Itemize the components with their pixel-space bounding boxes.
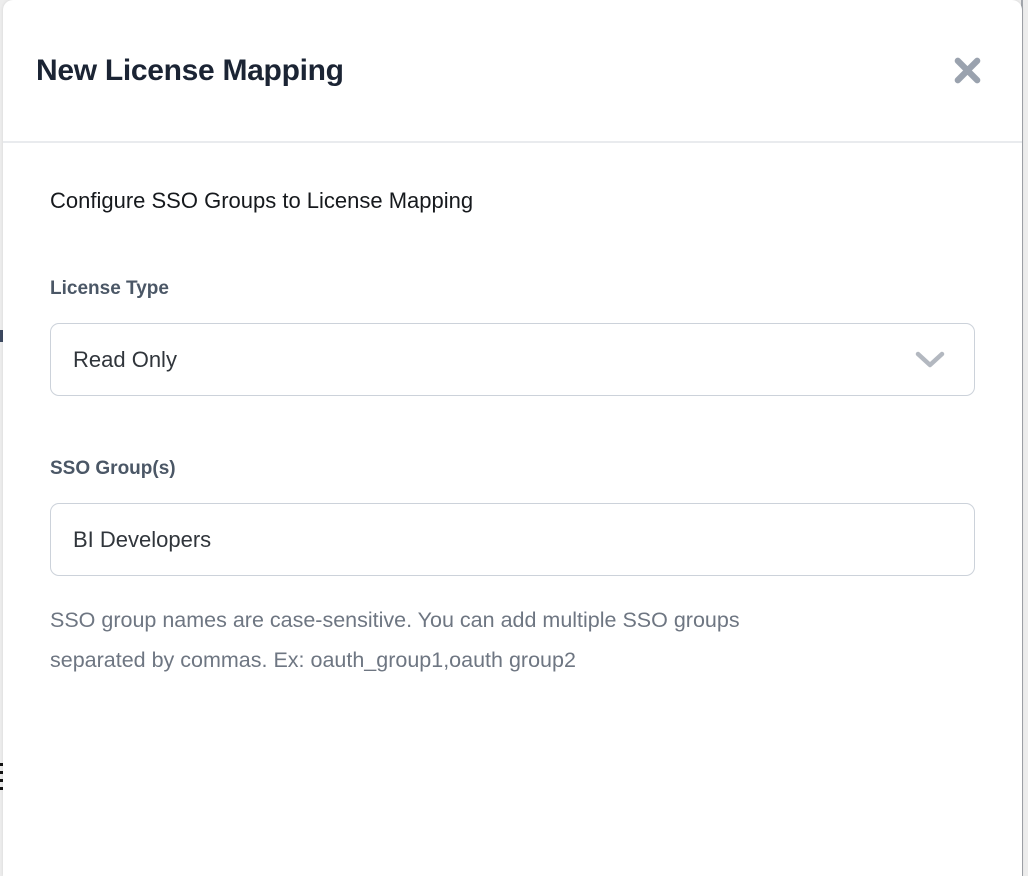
- sso-groups-help-line: SSO group names are case-sensitive. You …: [50, 600, 975, 640]
- license-type-selected-value: Read Only: [73, 347, 177, 373]
- sso-groups-help-line: separated by commas. Ex: oauth_group1,oa…: [50, 640, 975, 680]
- dialog-description: Configure SSO Groups to License Mapping: [50, 188, 975, 214]
- close-icon: [952, 55, 983, 86]
- license-type-label: License Type: [50, 278, 975, 300]
- close-button[interactable]: [948, 52, 986, 90]
- sso-groups-help: SSO group names are case-sensitive. You …: [50, 600, 975, 680]
- license-type-select[interactable]: Read Only: [50, 323, 975, 396]
- new-license-mapping-dialog: New License Mapping Configure SSO Groups…: [3, 0, 1022, 876]
- dialog-body: Configure SSO Groups to License Mapping …: [3, 143, 1022, 680]
- sso-groups-label: SSO Group(s): [50, 458, 975, 480]
- screen: New License Mapping Configure SSO Groups…: [0, 0, 1028, 876]
- license-type-field: License Type Read Only: [50, 278, 975, 396]
- dialog-header: New License Mapping: [3, 0, 1022, 143]
- chevron-down-icon: [914, 350, 946, 370]
- sso-groups-input[interactable]: [50, 503, 975, 576]
- sso-groups-field: SSO Group(s) SSO group names are case-se…: [50, 458, 975, 680]
- dialog-title: New License Mapping: [36, 54, 344, 88]
